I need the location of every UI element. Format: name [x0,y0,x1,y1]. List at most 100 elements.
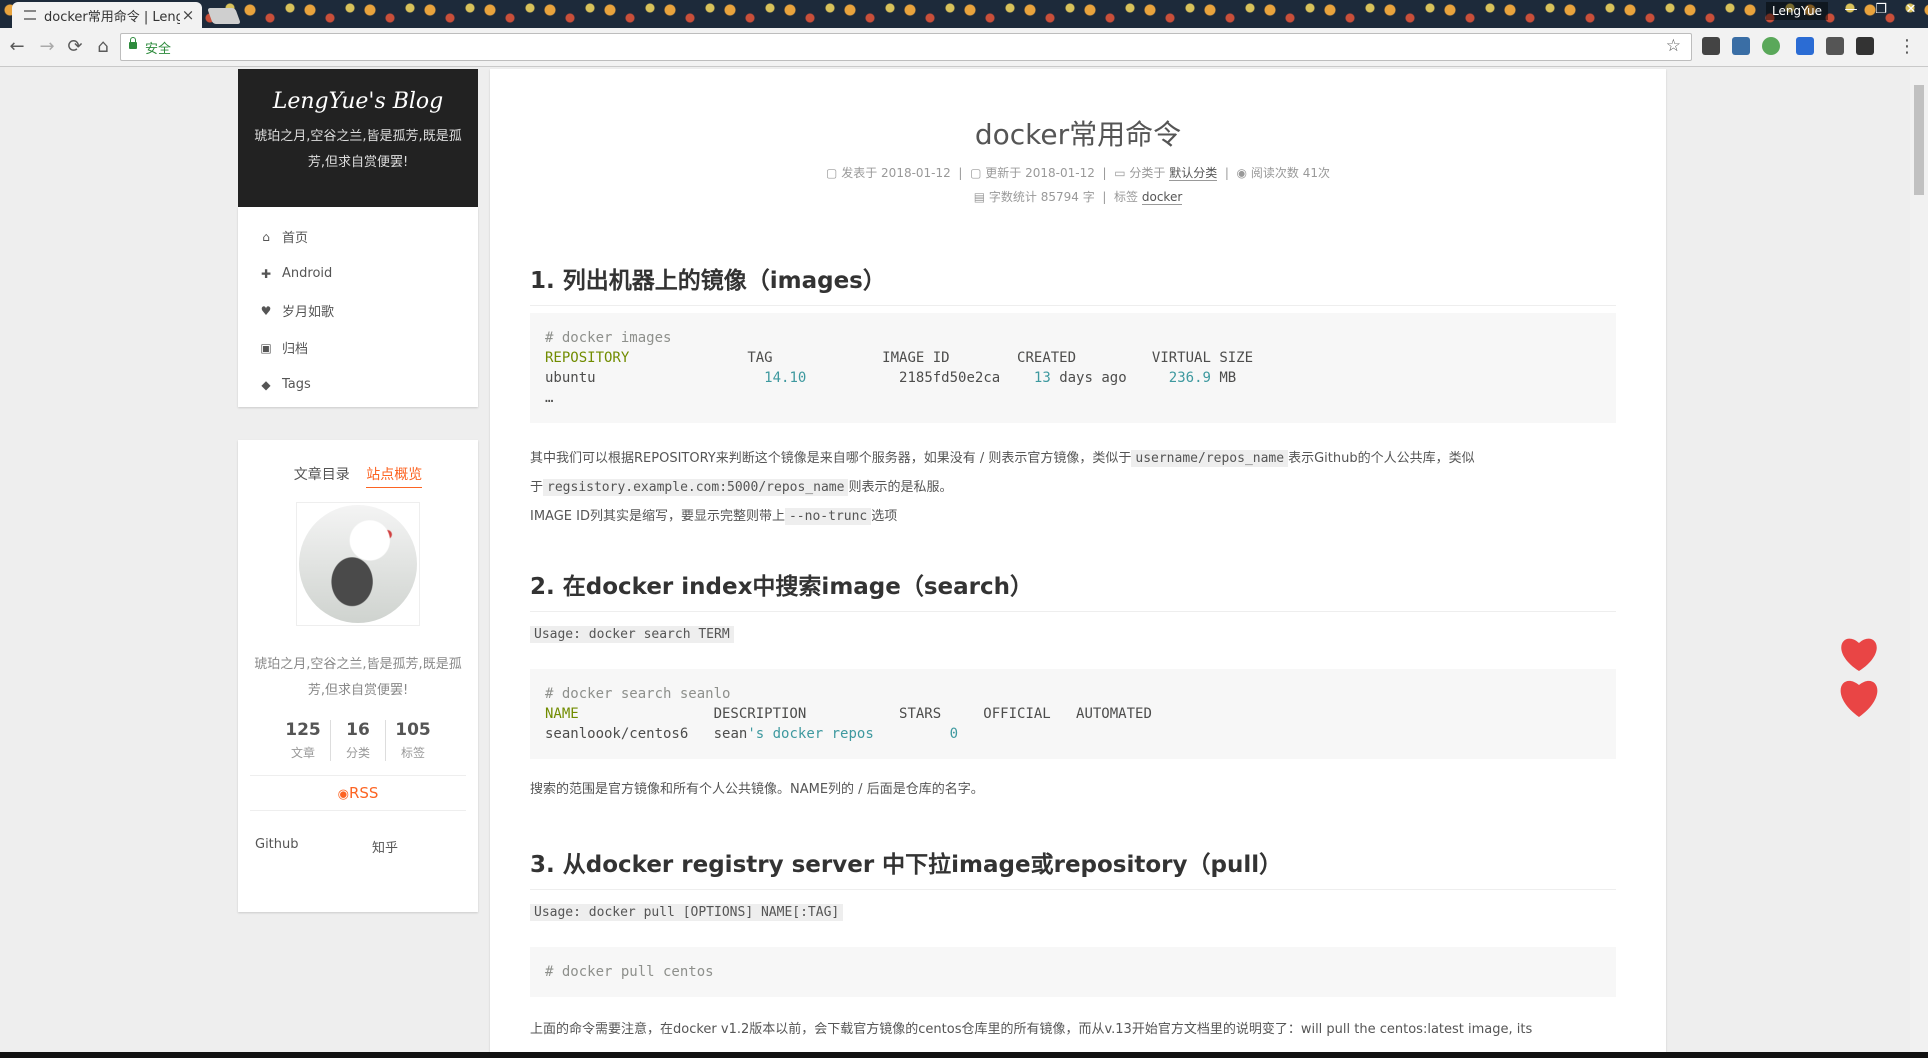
site-brand[interactable]: LengYue's Blog [238,89,478,114]
home-icon: ⌂ [262,229,270,244]
site-subtitle: 琥珀之月,空谷之兰,皆是孤芳,既是孤芳,但求自赏便罢! [254,129,462,170]
nav-item-home[interactable]: ⌂ 首页 [238,218,478,255]
nav-item-songs[interactable]: ♥ 岁月如歌 [238,292,478,329]
extension-icon[interactable] [1856,37,1874,55]
code-block: # docker search seanlo NAME DESCRIPTION … [530,669,1616,759]
tag-link[interactable]: docker [1141,190,1183,205]
github-link[interactable]: Github [255,837,355,856]
floating-heart-icon[interactable] [1834,627,1884,719]
maximize-icon[interactable]: ❐ [1868,0,1894,20]
browser-tab[interactable]: docker常用命令 | Leng × [12,2,202,28]
page-scrollbar[interactable] [1910,67,1928,1052]
post-title: docker常用命令 [974,118,1182,151]
meta-label: 字数统计 [988,190,1037,204]
nav-item-label: 归档 [282,342,309,357]
section-text: 搜索的范围是官方镜像和所有个人公共镜像。NAME列的 / 后面是仓库的名字。 [530,775,1616,804]
tab-toc[interactable]: 文章目录 [294,467,350,487]
code-text: sean [713,726,748,742]
code-string: 's docker repos [747,726,874,742]
folder-icon: ▭ [1114,166,1126,180]
meta-label: 更新于 [985,166,1022,180]
calendar-icon: ▢ [826,166,838,180]
nav-item-archive[interactable]: ▣ 归档 [238,329,478,366]
section-search: 2. 在docker index中搜索image（search） [530,567,1616,612]
home-icon[interactable]: ⌂ [92,36,114,58]
updated-date: 2018-01-12 [1025,166,1095,180]
code-text: seanloook/centos6 [545,726,689,742]
code-comment: # docker pull centos [545,964,714,980]
reload-icon[interactable]: ⟳ [64,36,86,58]
profile-name[interactable]: LengYue [1765,2,1828,20]
code-text: ubuntu [545,370,596,386]
site-nav: ⌂ 首页 ✚ Android ♥ 岁月如歌 ▣ 归档 ◆ Tags [238,207,478,407]
code-text: TAG IMAGE ID CREATED VIRTUAL SIZE [747,350,1254,366]
code-keyword: NAME [545,706,579,722]
code-text: 2185fd50e2ca [899,370,1001,386]
code-text: days ago [1050,370,1127,386]
avatar-frame [296,502,420,626]
meta-label: 阅读次数 [1250,166,1299,180]
browser-menu-icon[interactable]: ⋮ [1898,36,1916,57]
browser-titlebar: docker常用命令 | Leng × LengYue — ❐ ✕ [0,0,1928,28]
tab-overview[interactable]: 站点概览 [366,467,423,488]
minimize-icon[interactable]: — [1838,0,1864,20]
close-window-icon[interactable]: ✕ [1898,0,1924,20]
stat-number: 16 [346,720,370,740]
stat-tags[interactable]: 105 标签 [385,720,440,761]
code-number: 0 [949,726,959,742]
section-text: 上面的命令需要注意，在docker v1.2版本以前，会下载官方镜像的cento… [530,1015,1616,1044]
taskbar [0,1052,1928,1058]
inline-code: --no-trunc [784,508,872,525]
post-meta: ▢ 发表于 2018-01-12 | ▢ 更新于 2018-01-12 | ▭ … [826,166,1330,181]
text: 其中我们可以根据REPOSITORY来判断这个镜像是来自哪个服务器，如果没有 /… [530,451,1132,466]
code-block: # docker images REPOSITORY TAG IMAGE ID … [530,313,1616,423]
meta-label: 发表于 [841,166,878,180]
category-link[interactable]: 默认分类 [1169,166,1218,181]
nav-item-label: 首页 [282,231,309,246]
section-heading: 2. 在docker index中搜索image（search） [530,567,1616,612]
sidebar-tabs: 文章目录 站点概览 [238,464,478,488]
address-bar[interactable]: 安全 ☆ [120,33,1692,61]
extension-icon[interactable] [1826,37,1844,55]
inline-code: Usage: docker search TERM [530,626,734,643]
forward-icon[interactable]: → [36,36,58,58]
text: IMAGE ID列其实是缩写，要显示完整则带上 [530,509,785,524]
scrollbar-thumb[interactable] [1914,85,1924,195]
section-pull: 3. 从docker registry server 中下拉image或repo… [530,845,1616,890]
code-comment: # docker search seanlo [545,686,731,702]
bookmark-star-icon[interactable]: ☆ [1666,36,1681,56]
rss-label: RSS [348,784,379,802]
zhihu-link[interactable]: 知乎 [372,837,472,856]
usage-line: Usage: docker pull [OPTIONS] NAME[:TAG] [530,901,1616,921]
stat-label: 文章 [290,746,315,760]
meta-label: 标签 [1114,190,1139,204]
stat-number: 125 [285,720,321,740]
rss-link[interactable]: ◉RSS [250,775,466,811]
stat-categories[interactable]: 16 分类 [330,720,385,761]
page-icon [24,10,36,20]
post-meta-secondary: ▤ 字数统计 85794 字 | 标签 docker [973,190,1183,205]
rss-icon: ◉ [337,787,349,802]
back-icon[interactable]: ← [6,36,28,58]
posted-date: 2018-01-12 [881,166,951,180]
heart-icon: ♥ [260,303,272,318]
stat-posts[interactable]: 125 文章 [276,720,330,761]
nav-item-android[interactable]: ✚ Android [238,255,478,292]
stat-number: 105 [395,720,431,740]
meta-label: 分类于 [1129,166,1166,180]
extension-icon[interactable] [1762,37,1780,55]
new-tab-button[interactable] [207,8,241,24]
section-images: 1. 列出机器上的镜像（images） [530,261,1616,306]
close-tab-icon[interactable]: × [180,6,196,24]
extension-icon[interactable] [1796,37,1814,55]
code-number: 13 [1033,370,1051,386]
text: 选项 [871,509,898,524]
nav-item-tags[interactable]: ◆ Tags [238,366,478,403]
site-stats: 125 文章 16 分类 105 标签 [238,720,478,761]
author-motto: 琥珀之月,空谷之兰,皆是孤芳,既是孤芳,但求自赏便罢! [254,657,462,698]
stat-label: 标签 [400,746,425,760]
extension-icon[interactable] [1732,37,1750,55]
extension-icon[interactable] [1702,37,1720,55]
paragraph: 上面的命令需要注意，在docker v1.2版本以前，会下载官方镜像的cento… [530,1022,1533,1037]
code-keyword: REPOSITORY [545,350,630,366]
